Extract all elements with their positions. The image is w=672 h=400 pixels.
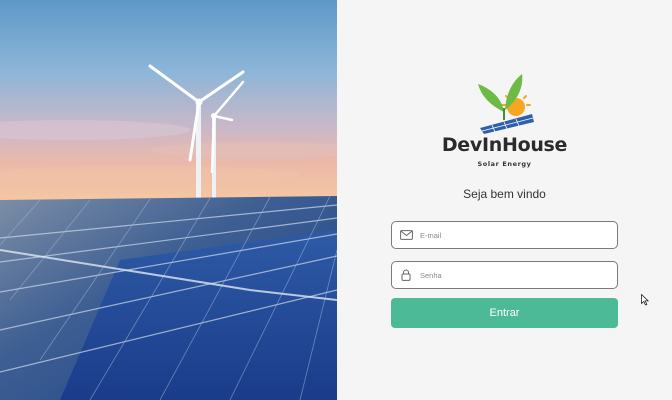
mouse-cursor-icon	[641, 294, 649, 306]
sprout-sun-solar-panel-logo-icon	[478, 74, 534, 134]
email-field[interactable]	[391, 221, 618, 249]
envelope-icon	[392, 222, 420, 248]
brand-name: DevInHouse	[441, 134, 568, 156]
password-input[interactable]	[420, 265, 610, 285]
brand-tagline: Solar Energy	[477, 160, 532, 168]
welcome-message: Seja bem vindo	[463, 187, 546, 201]
wind-turbines-solar-panels-illustration	[0, 0, 337, 400]
login-button[interactable]: Entrar	[391, 298, 618, 328]
email-input[interactable]	[420, 225, 610, 245]
password-field[interactable]	[391, 261, 618, 289]
lock-icon	[392, 262, 420, 288]
login-panel: DevInHouse Solar Energy Seja bem vindo E…	[337, 0, 672, 400]
hero-image	[0, 0, 337, 400]
